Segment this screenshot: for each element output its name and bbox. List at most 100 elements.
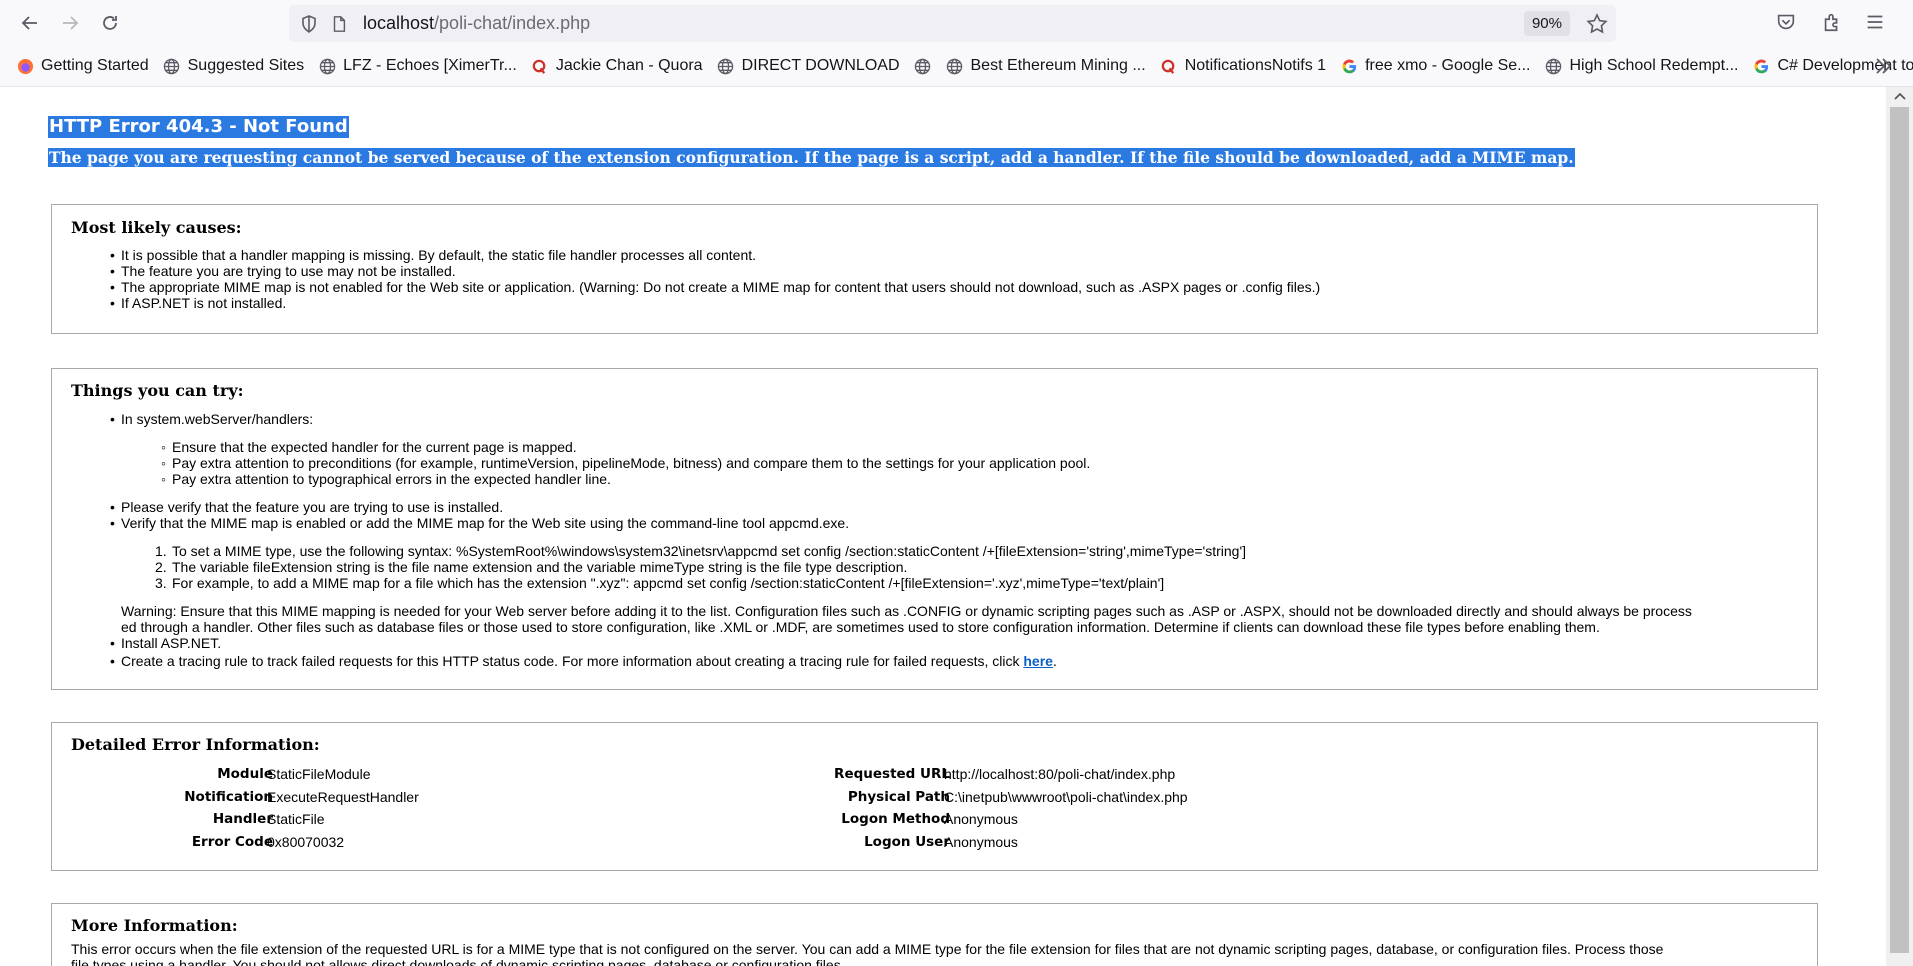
cause-text: The appropriate MIME map is not enabled … — [121, 279, 1321, 295]
bookmark-label: NotificationsNotifs 1 — [1184, 57, 1327, 74]
list-item: 3. For example, to add a MIME map for a f… — [155, 575, 1165, 591]
scrollbar-thumb[interactable] — [1890, 107, 1909, 953]
detail-value-logon-method: Anonymous — [944, 811, 1018, 827]
bookmark-notifications[interactable]: NotificationsNotifs 1 — [1154, 51, 1332, 81]
vertical-scrollbar[interactable] — [1886, 87, 1913, 966]
detail-label-module: Module — [217, 766, 273, 782]
url-host: localhost — [363, 13, 435, 33]
extensions-icon[interactable] — [1820, 10, 1844, 34]
back-button[interactable] — [10, 3, 50, 43]
handler-tip: Pay extra attention to preconditions (fo… — [172, 455, 1091, 471]
tracing-help-link[interactable]: here — [1023, 653, 1053, 669]
list-item: • Install ASP.NET. — [110, 635, 222, 651]
arrow-right-icon — [63, 16, 79, 30]
bookmark-direct-download[interactable]: DIRECT DOWNLOAD — [711, 51, 906, 81]
tracing-text: Create a tracing rule to track failed re… — [121, 653, 1024, 669]
detail-label-physical-path: Physical Path — [847, 789, 950, 805]
list-item: • Verify that the MIME map is enabled or … — [110, 515, 850, 531]
step-text: The variable fileExtension string is the… — [172, 559, 908, 575]
verify-mime-text: Verify that the MIME map is enabled or a… — [121, 515, 850, 531]
details-heading: Detailed Error Information: — [71, 735, 320, 754]
firefox-icon — [16, 57, 34, 75]
globe-icon — [1544, 57, 1562, 75]
step-text: For example, to add a MIME map for a fil… — [172, 575, 1165, 591]
bookmarks-toolbar: Getting Started Suggested Sites LFZ - Ec… — [0, 46, 1913, 87]
try-box: Things you can try: • In system.webServer… — [51, 368, 1818, 690]
detail-label-logon-method: Logon Method — [841, 811, 950, 827]
warning-line-2: ed through a handler. Other files such a… — [121, 619, 1600, 635]
cause-text: The feature you are trying to use may no… — [121, 263, 456, 279]
page-content: HTTP Error 404.3 - Not Found The page yo… — [0, 87, 1886, 966]
bookmark-label: Getting Started — [41, 57, 149, 74]
cause-text: It is possible that a handler mapping is… — [121, 247, 757, 263]
quora-icon — [531, 57, 549, 75]
error-title: HTTP Error 404.3 - Not Found — [48, 116, 349, 138]
detail-label-requested-url: Requested URL — [834, 766, 950, 782]
arrow-left-icon — [21, 16, 37, 30]
detail-label-error-code: Error Code — [191, 834, 273, 850]
url-path: /poli-chat/index.php — [434, 13, 591, 33]
list-item: • Create a tracing rule to track failed r… — [110, 653, 1057, 669]
globe-icon — [163, 57, 181, 75]
handler-tip: Ensure that the expected handler for the… — [172, 439, 577, 455]
try-heading: Things you can try: — [71, 381, 244, 400]
handler-tip: Pay extra attention to typographical err… — [172, 471, 611, 487]
detail-label-logon-user: Logon User — [864, 834, 950, 850]
bookmark-label: LFZ - Echoes [XimerTr... — [343, 57, 517, 74]
tracing-end: . — [1052, 653, 1057, 669]
details-box: Detailed Error Information: Module Stati… — [51, 722, 1818, 871]
bookmark-lfz-echoes[interactable]: LFZ - Echoes [XimerTr... — [312, 51, 523, 81]
bookmark-suggested-sites[interactable]: Suggested Sites — [157, 51, 311, 81]
bookmark-label: DIRECT DOWNLOAD — [741, 57, 900, 74]
causes-heading: Most likely causes: — [71, 218, 242, 237]
detail-value-handler: StaticFile — [267, 811, 325, 827]
detail-value-module: StaticFileModule — [267, 766, 371, 782]
causes-box: Most likely causes: • It is possible that… — [51, 204, 1818, 334]
list-item: • In system.webServer/handlers: — [110, 411, 314, 427]
menu-icon[interactable] — [1863, 10, 1887, 34]
list-item: 1. To set a MIME type, use the following … — [155, 543, 1247, 559]
globe-icon — [318, 57, 336, 75]
list-item: • The feature you are trying to use may n… — [110, 263, 456, 279]
bookmark-label: Jackie Chan - Quora — [555, 57, 703, 74]
scroll-up-arrow-icon[interactable] — [1886, 87, 1913, 105]
bookmark-getting-started[interactable]: Getting Started — [10, 51, 155, 81]
detail-value-notification: ExecuteRequestHandler — [267, 789, 419, 805]
zoom-level-badge[interactable]: 90% — [1523, 11, 1570, 36]
quora-icon — [1160, 57, 1178, 75]
bookmark-star-icon[interactable] — [1586, 13, 1608, 35]
google-icon — [1340, 57, 1358, 75]
more-info-line-2: file types using a handler. You should n… — [71, 957, 845, 966]
shield-icon[interactable] — [299, 14, 319, 34]
bookmark-unnamed[interactable] — [908, 51, 938, 81]
bookmark-best-ethereum-mining[interactable]: Best Ethereum Mining ... — [940, 51, 1152, 81]
list-item: 2. The variable fileExtension string is t… — [155, 559, 908, 575]
bookmark-free-xmo[interactable]: free xmo - Google Se... — [1334, 51, 1536, 81]
bookmark-label: free xmo - Google Se... — [1365, 57, 1531, 74]
chevron-double-right-icon[interactable] — [1871, 54, 1895, 78]
forward-button[interactable] — [50, 3, 90, 43]
bookmark-jackie-chan-quora[interactable]: Jackie Chan - Quora — [525, 51, 709, 81]
url-text[interactable]: localhost/poli-chat/index.php — [363, 13, 590, 34]
list-item: ◦ Pay extra attention to preconditions (f… — [161, 455, 1091, 471]
bookmark-high-school-redemption[interactable]: High School Redempt... — [1538, 51, 1744, 81]
list-item: ◦ Pay extra attention to typographical er… — [161, 471, 611, 487]
more-info-line-1: This error occurs when the file extensio… — [71, 941, 1664, 957]
url-bar[interactable]: localhost/poli-chat/index.php 90% — [289, 5, 1616, 42]
more-info-heading: More Information: — [71, 916, 238, 935]
page-icon[interactable] — [329, 14, 349, 34]
cause-text: If ASP.NET is not installed. — [121, 295, 287, 311]
detail-label-notification: Notification — [184, 789, 273, 805]
pocket-icon[interactable] — [1774, 10, 1798, 34]
detail-value-requested-url: http://localhost:80/poli-chat/index.php — [944, 766, 1176, 782]
globe-icon — [717, 57, 735, 75]
detail-value-logon-user: Anonymous — [944, 834, 1018, 850]
globe-icon — [946, 57, 964, 75]
bookmark-label: Suggested Sites — [187, 57, 305, 74]
browser-navbar: localhost/poli-chat/index.php 90% — [0, 0, 1913, 46]
reload-button[interactable] — [90, 3, 130, 43]
detail-value-physical-path: C:\inetpub\wwwroot\poli-chat\index.php — [944, 789, 1188, 805]
bookmark-label: High School Redempt... — [1569, 57, 1739, 74]
step-text: To set a MIME type, use the following sy… — [172, 543, 1247, 559]
more-info-box: More Information: This error occurs when… — [51, 903, 1818, 966]
